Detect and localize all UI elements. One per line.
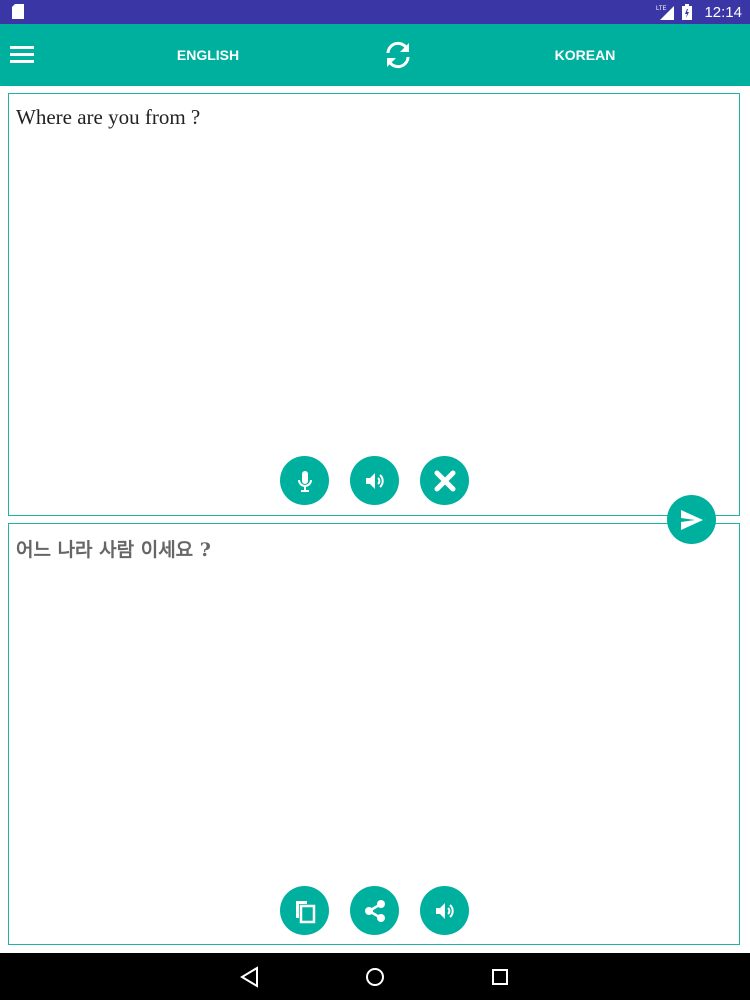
copy-icon xyxy=(295,900,315,923)
app-bar: ENGLISH KOREAN xyxy=(0,24,750,86)
translated-text: 어느 나라 사람 이세요 ? xyxy=(16,539,211,561)
recents-icon[interactable] xyxy=(487,964,513,990)
clear-button[interactable] xyxy=(420,456,469,505)
target-text-panel: 어느 나라 사람 이세요 ? xyxy=(8,523,740,945)
sd-card-icon xyxy=(12,4,24,19)
speak-source-button[interactable] xyxy=(350,456,399,505)
share-icon xyxy=(364,899,385,922)
send-icon xyxy=(680,509,703,530)
svg-text:LTE: LTE xyxy=(656,6,667,12)
speaker-icon xyxy=(365,472,384,489)
target-language-button[interactable]: KOREAN xyxy=(525,24,645,86)
speaker-icon xyxy=(435,902,454,919)
home-icon[interactable] xyxy=(362,964,388,990)
battery-icon xyxy=(682,4,693,20)
microphone-icon xyxy=(297,470,312,492)
menu-icon[interactable] xyxy=(9,42,35,68)
microphone-button[interactable] xyxy=(280,456,329,505)
lte-signal-icon: LTE xyxy=(656,6,675,20)
share-button[interactable] xyxy=(350,886,399,935)
status-time: 12:14 xyxy=(704,3,742,21)
back-icon[interactable] xyxy=(237,964,263,990)
source-language-button[interactable]: ENGLISH xyxy=(148,24,268,86)
copy-button[interactable] xyxy=(280,886,329,935)
speak-translation-button[interactable] xyxy=(420,886,469,935)
source-text-input[interactable]: Where are you from ? xyxy=(16,105,729,130)
status-indicators: LTE 12:14 xyxy=(656,0,742,24)
clear-icon xyxy=(434,470,455,491)
translate-button[interactable] xyxy=(667,495,716,544)
status-bar: LTE 12:14 xyxy=(0,0,750,24)
navigation-bar xyxy=(0,953,750,1000)
source-text-panel: Where are you from ? xyxy=(8,93,740,516)
swap-languages-icon[interactable] xyxy=(381,38,415,72)
